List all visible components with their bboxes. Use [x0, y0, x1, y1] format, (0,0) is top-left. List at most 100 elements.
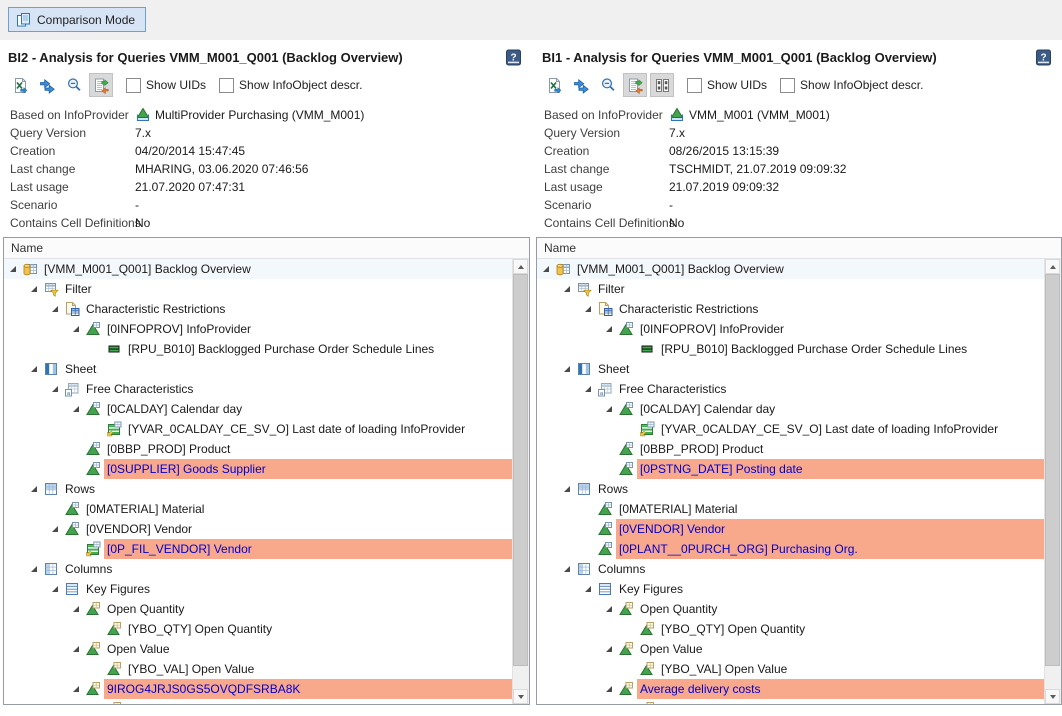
tree-row[interactable]: [0P_FIL_VENDOR] Vendor [4, 539, 513, 559]
tree-row[interactable]: [0PLANT__0PURCH_ORG] Purchasing Org. [537, 539, 1045, 559]
expander-icon[interactable] [579, 386, 597, 392]
expander-icon[interactable] [46, 586, 64, 592]
tree-row[interactable]: [0CALDAY] Calendar day [4, 399, 513, 419]
tree-row[interactable]: [0MATERIAL] Material [537, 499, 1045, 519]
expander-icon[interactable] [4, 266, 22, 272]
scroll-up-button[interactable] [1045, 259, 1060, 274]
tree-row[interactable]: [0VENDOR] Vendor [4, 519, 513, 539]
zoom-out-button[interactable] [62, 73, 86, 97]
expander-icon[interactable] [67, 646, 85, 652]
checkbox-box[interactable] [780, 78, 795, 93]
expander-icon[interactable] [558, 566, 576, 572]
vertical-scrollbar[interactable] [512, 259, 529, 704]
checkbox-box[interactable] [126, 78, 141, 93]
tree-row[interactable]: Rows [537, 479, 1045, 499]
expander-icon[interactable] [67, 606, 85, 612]
tree-row[interactable]: [RPU_B010] Backlogged Purchase Order Sch… [4, 339, 513, 359]
tree-row[interactable]: [0CALDAY] Calendar day [537, 399, 1045, 419]
tree-row[interactable]: Open Value [4, 639, 513, 659]
expander-icon[interactable] [67, 406, 85, 412]
tree-row[interactable]: Characteristic Restrictions [537, 299, 1045, 319]
tree-row[interactable]: aFree Characteristics [537, 379, 1045, 399]
expander-icon[interactable] [46, 526, 64, 532]
checkbox-show-uids[interactable]: Show UIDs [126, 78, 206, 93]
tree-row[interactable]: Characteristic Restrictions [4, 299, 513, 319]
zoom-out-button[interactable] [596, 73, 620, 97]
vertical-scrollbar[interactable] [1044, 259, 1061, 704]
tree-row[interactable]: [YBO_VAL] Open Value [537, 659, 1045, 679]
expander-icon[interactable] [25, 286, 43, 292]
expander-icon[interactable] [67, 686, 85, 692]
scroll-down-button[interactable] [1045, 689, 1060, 704]
expander-icon[interactable] [46, 386, 64, 392]
checkbox-show-infoobject-descr[interactable]: Show InfoObject descr. [219, 78, 362, 93]
comparison-mode-button[interactable]: Comparison Mode [8, 7, 146, 32]
tree-row[interactable]: fx[VMM_M001_CKF001] Average delivery cos… [537, 699, 1045, 704]
expander-icon[interactable] [25, 486, 43, 492]
expander-icon[interactable] [600, 406, 618, 412]
compare-button[interactable] [89, 73, 113, 97]
tree-row[interactable]: [YVAR_0CALDAY_CE_SV_O] Last date of load… [4, 419, 513, 439]
scrollbar-thumb[interactable] [1045, 274, 1060, 666]
tree-row[interactable]: [YVAR_0CALDAY_CE_SV_O] Last date of load… [537, 419, 1045, 439]
export-excel-button[interactable] [542, 73, 566, 97]
tree-row[interactable]: [VMM_M001_Q001] Backlog Overview [537, 259, 1045, 279]
scroll-up-button[interactable] [513, 259, 528, 274]
tree-row[interactable]: Columns [537, 559, 1045, 579]
checkbox-show-infoobject-descr[interactable]: Show InfoObject descr. [780, 78, 923, 93]
help-button[interactable]: ? [505, 49, 522, 66]
expander-icon[interactable] [600, 606, 618, 612]
tree-row[interactable]: Filter [537, 279, 1045, 299]
expander-icon[interactable] [67, 326, 85, 332]
tree-row[interactable]: [0INFOPROV] InfoProvider [537, 319, 1045, 339]
tree-row[interactable]: [RPU_B010] Backlogged Purchase Order Sch… [537, 339, 1045, 359]
tree-row[interactable]: Key Figures [537, 579, 1045, 599]
tree-row[interactable]: [VMM_M001_Q001] Backlog Overview [4, 259, 513, 279]
tree-row[interactable]: Open Quantity [4, 599, 513, 619]
tree-row[interactable]: [0MATERIAL] Material [4, 499, 513, 519]
checkbox-box[interactable] [687, 78, 702, 93]
tree-row[interactable]: [0INFOPROV] InfoProvider [4, 319, 513, 339]
checkbox-show-uids[interactable]: Show UIDs [687, 78, 767, 93]
tree-row[interactable]: [0BBP_PROD] Product [537, 439, 1045, 459]
tree-row[interactable]: fx[VMM_M001_CKF001] Average delivery cos… [4, 699, 513, 704]
tree-row[interactable]: [0PSTNG_DATE] Posting date [537, 459, 1045, 479]
transport-button[interactable] [569, 73, 593, 97]
tree-row[interactable]: Open Value [537, 639, 1045, 659]
tree-row[interactable]: [0BBP_PROD] Product [4, 439, 513, 459]
tree-row[interactable]: 9IROG4JRJS0GS5OVQDFSRBA8K [4, 679, 513, 699]
expander-icon[interactable] [579, 586, 597, 592]
expander-icon[interactable] [25, 566, 43, 572]
help-button[interactable]: ? [1035, 49, 1052, 66]
tree-row[interactable]: Open Quantity [537, 599, 1045, 619]
tree-row[interactable]: [YBO_QTY] Open Quantity [537, 619, 1045, 639]
expander-icon[interactable] [537, 266, 555, 272]
tree-row[interactable]: Sheet [537, 359, 1045, 379]
expander-icon[interactable] [579, 306, 597, 312]
scrollbar-thumb[interactable] [513, 274, 528, 666]
expander-icon[interactable] [46, 306, 64, 312]
tree-row[interactable]: [0VENDOR] Vendor [537, 519, 1045, 539]
tree-row[interactable]: Average delivery costs [537, 679, 1045, 699]
tree-row[interactable]: Rows [4, 479, 513, 499]
expander-icon[interactable] [600, 326, 618, 332]
tree-row[interactable]: [YBO_VAL] Open Value [4, 659, 513, 679]
tree-row[interactable]: Filter [4, 279, 513, 299]
checkbox-box[interactable] [219, 78, 234, 93]
sync-views-button[interactable] [650, 73, 674, 97]
expander-icon[interactable] [558, 486, 576, 492]
tree-row[interactable]: [YBO_QTY] Open Quantity [4, 619, 513, 639]
expander-icon[interactable] [600, 686, 618, 692]
tree-row[interactable]: Key Figures [4, 579, 513, 599]
tree-row[interactable]: [0SUPPLIER] Goods Supplier [4, 459, 513, 479]
expander-icon[interactable] [558, 286, 576, 292]
expander-icon[interactable] [558, 366, 576, 372]
tree-row[interactable]: aFree Characteristics [4, 379, 513, 399]
tree-row[interactable]: Columns [4, 559, 513, 579]
scroll-down-button[interactable] [513, 689, 528, 704]
expander-icon[interactable] [25, 366, 43, 372]
transport-button[interactable] [35, 73, 59, 97]
tree-row[interactable]: Sheet [4, 359, 513, 379]
export-excel-button[interactable] [8, 73, 32, 97]
compare-button[interactable] [623, 73, 647, 97]
